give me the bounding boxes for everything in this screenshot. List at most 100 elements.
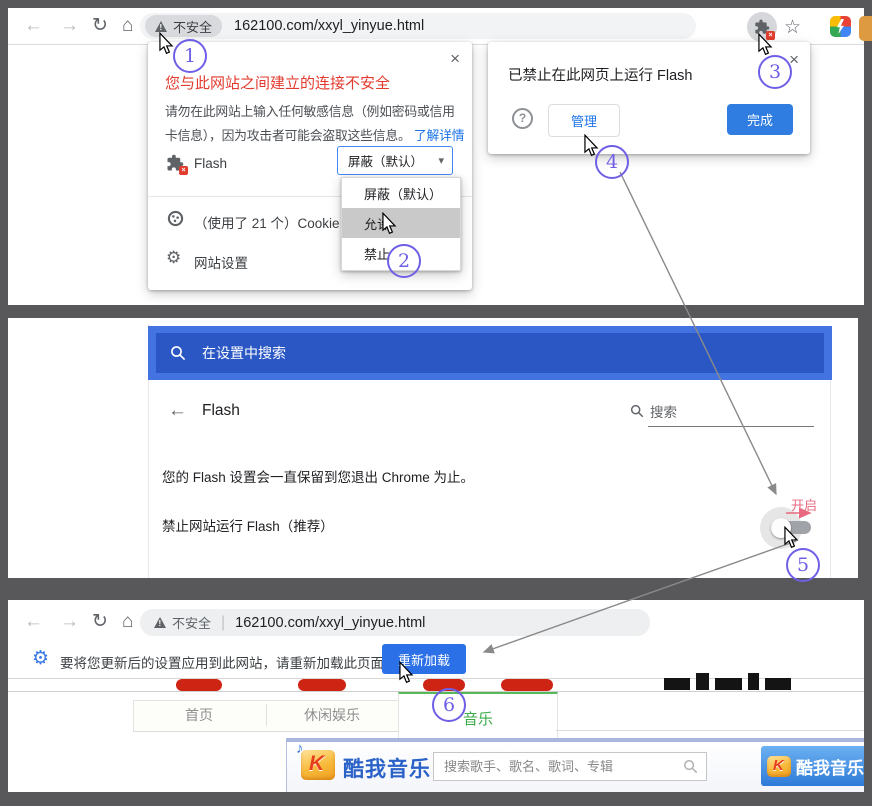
page-logo-cutoff [696, 673, 709, 690]
kuwo-logo-icon: K [767, 756, 791, 777]
kuwo-brand: 酷我音乐 [343, 753, 431, 783]
tab-entertainment[interactable]: 休闲娱乐 [267, 700, 397, 730]
kuwo-search-box [433, 752, 707, 781]
kuwo-search-input[interactable] [442, 758, 683, 775]
reload-icon[interactable]: ↻ [92, 612, 108, 631]
manage-label: 管理 [571, 111, 597, 130]
colorful-extension-icon[interactable] [830, 16, 851, 37]
blocked-badge-icon: × [179, 166, 188, 175]
url-text: 162100.com/xxyl_yinyue.html [235, 615, 425, 631]
bolt-glyph [837, 19, 844, 34]
settings-search-input[interactable] [200, 344, 504, 362]
close-icon[interactable]: × [450, 50, 460, 67]
kuwo-player-box: ♪ K 酷我音乐 K 酷我音乐 [286, 738, 864, 792]
cookie-icon [167, 210, 184, 227]
done-button[interactable]: 完成 [727, 104, 793, 135]
popup-body-text: 请勿在此网站上输入任何敏感信息（例如密码或信用卡信息），因为攻击者可能会盗取这些… [165, 104, 455, 143]
search-icon[interactable] [683, 759, 698, 774]
flash-toggle-label: 禁止网站运行 Flash（推荐） [162, 515, 334, 535]
help-icon[interactable]: ? [512, 108, 533, 129]
manage-button[interactable]: 管理 [548, 104, 620, 137]
cursor-icon [158, 32, 174, 55]
omnibox[interactable]: 不安全 | 162100.com/xxyl_yinyue.html [140, 609, 650, 636]
forward-icon[interactable]: → [60, 612, 79, 631]
learn-more-link[interactable]: 了解详情 [414, 128, 464, 143]
cursor-icon [381, 212, 397, 235]
tab-music-label: 音乐 [463, 708, 493, 729]
page-red-button-cutoff [176, 679, 222, 691]
forward-icon[interactable]: → [60, 16, 79, 35]
tab-home[interactable]: 首页 [133, 700, 265, 730]
settings-page-search-input[interactable] [648, 398, 814, 427]
option-block-default[interactable]: 屏蔽（默认） [342, 178, 460, 208]
select-value: 屏蔽（默认） [348, 151, 423, 170]
settings-search-field[interactable] [156, 333, 824, 373]
flash-blocked-popup: × 已禁止在此网页上运行 Flash ? 管理 完成 [488, 42, 810, 154]
settings-gear-icon: ⚙ [32, 649, 49, 668]
settings-page-title: Flash [202, 402, 240, 420]
site-settings-label[interactable]: 网站设置 [194, 252, 248, 272]
warning-icon [154, 617, 166, 628]
music-note-icon: ♪ [296, 740, 304, 757]
reload-button[interactable]: 重新加载 [382, 644, 466, 674]
page-logo-cutoff [715, 678, 742, 690]
tab-home-label: 首页 [185, 705, 213, 725]
top-browser-panel: ← → ↻ ⌂ 不安全 162100.com/xxyl_yinyue.html … [8, 8, 864, 305]
step-3-badge: 3 [758, 55, 792, 89]
flash-note: 您的 Flash 设置会一直保留到您退出 Chrome 为止。 [162, 466, 474, 486]
cursor-icon [398, 661, 414, 684]
back-icon[interactable]: ← [24, 612, 43, 631]
step-1-badge: 1 [173, 39, 207, 73]
security-chip[interactable]: 不安全 [145, 15, 222, 37]
avatar-cutoff [859, 16, 872, 41]
option-allow[interactable]: 允许 [342, 208, 460, 238]
card-right-border [830, 380, 831, 578]
step-6-badge: 6 [432, 688, 466, 722]
cursor-icon [783, 526, 799, 549]
cursor-icon [583, 134, 599, 157]
chip-divider: | [221, 614, 225, 632]
flash-label: Flash [194, 156, 227, 171]
kuwo-logo-icon: ♪ K [301, 750, 335, 780]
page-logo-cutoff [664, 678, 690, 690]
settings-search-header [148, 326, 832, 380]
on-annotation: 开启 [791, 495, 817, 514]
flash-permission-select[interactable]: 屏蔽（默认） ▾ [337, 146, 453, 175]
page-red-button-cutoff [298, 679, 346, 691]
chevron-down-icon: ▾ [438, 154, 444, 167]
page-logo-cutoff [748, 673, 759, 690]
reload-infobar: ⚙ 要将您更新后的设置应用到此网站，请重新加载此页面 重新加载 [8, 640, 864, 679]
step-4-badge: 4 [595, 145, 629, 179]
page-logo-cutoff [765, 678, 791, 690]
step-5-badge: 5 [786, 548, 820, 582]
kuwo-button-label: 酷我音乐 [796, 754, 864, 779]
security-label: 不安全 [173, 17, 212, 36]
flash-row-icon: × [166, 154, 184, 172]
kuwo-player-button[interactable]: K 酷我音乐 [761, 746, 864, 786]
back-icon[interactable]: ← [24, 16, 43, 35]
url-text: 162100.com/xxyl_yinyue.html [234, 18, 424, 34]
cursor-icon [757, 33, 773, 56]
popup-body: 请勿在此网站上输入任何敏感信息（例如密码或信用卡信息），因为攻击者可能会盗取这些… [165, 100, 465, 147]
top-toolbar: ← → ↻ ⌂ 不安全 162100.com/xxyl_yinyue.html … [8, 8, 864, 45]
step-2-badge: 2 [387, 244, 421, 278]
done-label: 完成 [747, 110, 773, 129]
cookie-label[interactable]: （使用了 21 个）Cookie [194, 212, 340, 232]
tutorial-composite: ← → ↻ ⌂ 不安全 162100.com/xxyl_yinyue.html … [0, 0, 872, 806]
tabbar-bottom-line [556, 730, 864, 731]
popup-title: 您与此网站之间建立的连接不安全 [165, 72, 390, 93]
tab-entertainment-label: 休闲娱乐 [304, 705, 360, 725]
home-icon[interactable]: ⌂ [122, 16, 133, 35]
settings-back-icon[interactable]: ← [168, 400, 187, 422]
reload-icon[interactable]: ↻ [92, 16, 108, 35]
flash-blocked-title: 已禁止在此网页上运行 Flash [508, 64, 693, 85]
warning-icon [155, 21, 167, 32]
tab-music-active[interactable]: 音乐 [398, 692, 558, 740]
settings-panel: ← Flash 您的 Flash 设置会一直保留到您退出 Chrome 为止。 … [8, 318, 858, 578]
infobar-text: 要将您更新后的设置应用到此网站，请重新加载此页面 [60, 652, 384, 672]
search-icon [630, 404, 644, 418]
home-icon[interactable]: ⌂ [122, 612, 133, 631]
bookmark-star-icon[interactable]: ☆ [784, 16, 801, 39]
kuwo-k-glyph: K [309, 752, 324, 776]
omnibox[interactable]: 不安全 162100.com/xxyl_yinyue.html [140, 13, 696, 39]
